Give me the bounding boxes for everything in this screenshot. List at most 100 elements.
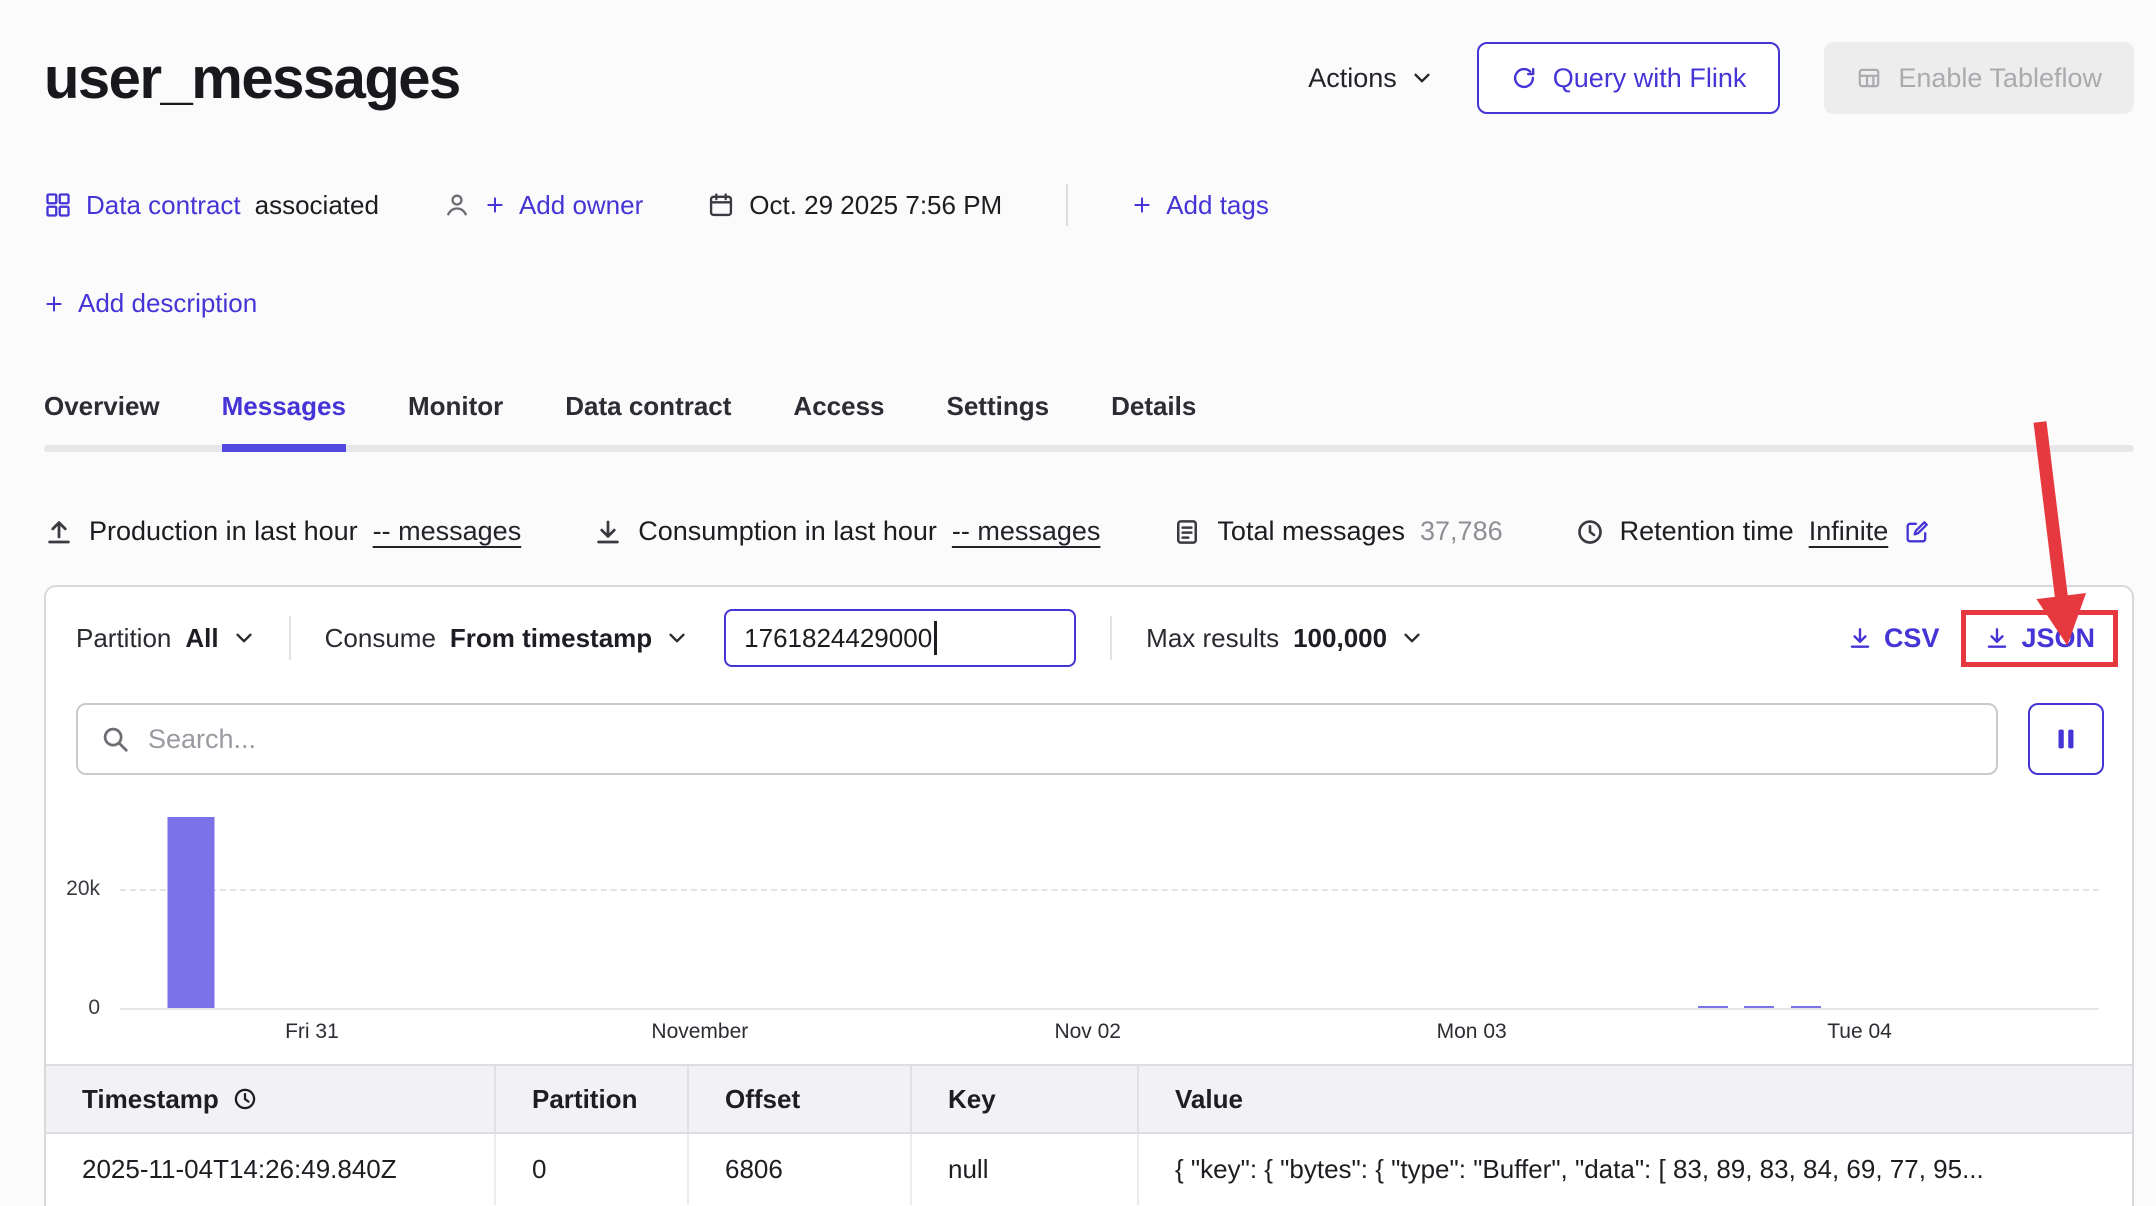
chevron-down-icon (666, 627, 688, 649)
page-title: user_messages (44, 45, 460, 112)
edit-retention-icon[interactable] (1903, 518, 1931, 546)
add-tags-button[interactable]: Add tags (1132, 190, 1269, 221)
pause-consumption-button[interactable] (2028, 703, 2104, 775)
max-results-dropdown[interactable]: Max results 100,000 (1146, 623, 1423, 654)
chart-x-tick: Fri 31 (285, 1020, 339, 1044)
search-input[interactable] (146, 723, 1974, 756)
table-header-row: Timestamp Partition Offset Key Value (46, 1066, 2132, 1134)
plus-icon (485, 195, 505, 215)
stat-total-messages: Total messages 37,786 (1172, 516, 1502, 547)
table-row[interactable]: 2025-11-04T14:26:49.840Z06806null{ "key"… (46, 1134, 2132, 1205)
total-messages-label: Total messages (1217, 516, 1405, 547)
meta-divider (1066, 184, 1068, 226)
person-icon (443, 191, 471, 219)
calendar-edit-icon (707, 191, 735, 219)
header-timestamp-label: Timestamp (82, 1084, 219, 1115)
add-description-button[interactable]: Add description (44, 288, 2134, 319)
chart-plot: 20k0 (120, 817, 2099, 1010)
chart-x-tick: Mon 03 (1437, 1020, 1507, 1044)
header-value: Value (1139, 1066, 2132, 1132)
download-csv-button[interactable]: CSV (1847, 623, 1940, 654)
partition-value: All (185, 623, 218, 654)
download-icon (1847, 625, 1873, 651)
consumption-label: Consumption in last hour (638, 516, 937, 547)
search-row (46, 703, 2132, 775)
data-contract-status: Data contract associated (44, 190, 379, 221)
query-with-flink-button[interactable]: Query with Flink (1477, 42, 1781, 114)
stat-production: Production in last hour -- messages (44, 516, 521, 547)
table-body: 2025-11-04T14:26:49.840Z06806null{ "key"… (46, 1134, 2132, 1205)
data-contract-link[interactable]: Data contract (86, 190, 241, 221)
document-icon (1172, 517, 1202, 547)
header-partition: Partition (496, 1066, 689, 1132)
production-messages-link[interactable]: -- messages (373, 516, 522, 547)
enable-tableflow-label: Enable Tableflow (1898, 63, 2102, 94)
search-icon (100, 724, 130, 754)
max-results-label: Max results (1146, 623, 1279, 654)
add-description-label: Add description (78, 288, 257, 319)
clock-icon (232, 1086, 258, 1112)
tab-access[interactable]: Access (793, 391, 884, 452)
consumption-messages-link[interactable]: -- messages (952, 516, 1101, 547)
tab-messages[interactable]: Messages (222, 391, 346, 452)
consume-mode-dropdown[interactable]: Consume From timestamp (325, 623, 689, 654)
plus-icon (1132, 195, 1152, 215)
flink-query-icon (1511, 65, 1537, 91)
chevron-down-icon (1401, 627, 1423, 649)
max-results-value: 100,000 (1293, 623, 1387, 654)
annotation-highlight-box: JSON (1961, 610, 2118, 667)
partition-label: Partition (76, 623, 171, 654)
csv-label: CSV (1884, 623, 1940, 654)
chart-x-tick: Tue 04 (1827, 1020, 1892, 1044)
stat-retention: Retention time Infinite (1575, 516, 1932, 547)
chart-x-tick: Nov 02 (1054, 1020, 1121, 1044)
tab-overview[interactable]: Overview (44, 391, 160, 452)
consumption-download-icon (593, 517, 623, 547)
chart-y-tick: 20k (66, 877, 100, 901)
chevron-down-icon (233, 627, 255, 649)
table-cell: 6806 (689, 1134, 912, 1205)
filter-divider (1110, 616, 1112, 660)
chart-y-tick: 0 (88, 996, 100, 1020)
partition-dropdown[interactable]: Partition All (76, 623, 255, 654)
stat-consumption: Consumption in last hour -- messages (593, 516, 1100, 547)
search-box[interactable] (76, 703, 1998, 775)
created-date: Oct. 29 2025 7:56 PM (707, 190, 1002, 221)
message-histogram: 20k0 Fri 31 November Nov 02 Mon 03 Tue 04 (120, 817, 2099, 1050)
data-contract-icon (44, 191, 72, 219)
tab-data-contract[interactable]: Data contract (565, 391, 731, 452)
enable-tableflow-button[interactable]: Enable Tableflow (1824, 42, 2134, 114)
download-icon (1984, 625, 2010, 651)
chevron-down-icon (1411, 67, 1433, 89)
table-cell: 0 (496, 1134, 689, 1205)
tableflow-icon (1856, 65, 1882, 91)
filter-divider (289, 616, 291, 660)
chart-bar (168, 817, 215, 1008)
tab-monitor[interactable]: Monitor (408, 391, 503, 452)
tab-settings[interactable]: Settings (947, 391, 1050, 452)
clock-icon (1575, 517, 1605, 547)
chart-bar (1791, 1006, 1821, 1008)
production-label: Production in last hour (89, 516, 358, 547)
messages-table: Timestamp Partition Offset Key Value 202… (46, 1064, 2132, 1205)
retention-value-link[interactable]: Infinite (1809, 516, 1889, 547)
chart-gridline (120, 889, 2099, 891)
topic-meta-row: Data contract associated Add owner Oct. … (44, 184, 2134, 226)
json-label: JSON (2021, 623, 2095, 654)
download-json-button[interactable]: JSON (1984, 623, 2095, 654)
header-key: Key (912, 1066, 1139, 1132)
chart-x-tick: November (651, 1020, 748, 1044)
retention-label: Retention time (1620, 516, 1794, 547)
actions-dropdown[interactable]: Actions (1308, 63, 1433, 94)
message-filter-bar: Partition All Consume From timestamp 176… (46, 587, 2132, 667)
timestamp-input[interactable]: 1761824429000 (724, 609, 1076, 667)
consume-value: From timestamp (450, 623, 652, 654)
topic-tabs: Overview Messages Monitor Data contract … (44, 391, 2134, 452)
messages-panel: Partition All Consume From timestamp 176… (44, 585, 2134, 1206)
header-timestamp[interactable]: Timestamp (46, 1066, 496, 1132)
consume-label: Consume (325, 623, 436, 654)
tab-details[interactable]: Details (1111, 391, 1196, 452)
table-cell: 2025-11-04T14:26:49.840Z (46, 1134, 496, 1205)
add-owner-button[interactable]: Add owner (443, 190, 643, 221)
add-tags-label: Add tags (1166, 190, 1269, 221)
